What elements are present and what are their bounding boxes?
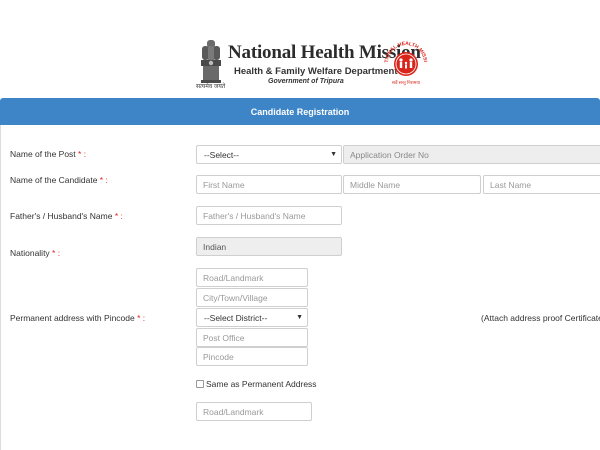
application-order-field: Application Order No: [343, 145, 600, 164]
permanent-address-label: Permanent address with Pincode * :: [10, 313, 146, 323]
post-label: Name of the Post * :: [10, 149, 87, 159]
nhm-logo-icon: NATIONAL HEALTH MISSION सर्वे सन्तु निरा…: [382, 38, 428, 86]
guardian-name-input[interactable]: Father's / Husband's Name: [196, 206, 342, 225]
nationality-field: Indian: [196, 237, 342, 256]
emblem-caption: सत्यमेव जयते: [196, 84, 226, 90]
form-heading-bar: Candidate Registration: [0, 98, 600, 125]
last-name-input[interactable]: Last Name: [483, 175, 600, 194]
post-select[interactable]: --Select-- ▼: [196, 145, 342, 164]
permanent-city-input[interactable]: City/Town/Village: [196, 288, 308, 307]
same-address-checkbox[interactable]: [196, 380, 204, 388]
first-name-input[interactable]: First Name: [196, 175, 342, 194]
department-name: Health & Family Welfare Department: [234, 66, 398, 77]
permanent-road-input[interactable]: Road/Landmark: [196, 268, 308, 287]
nationality-label: Nationality * :: [10, 248, 61, 258]
district-select[interactable]: --Select District-- ▼: [196, 308, 308, 327]
guardian-label: Father's / Husband's Name * :: [10, 211, 123, 221]
post-office-input[interactable]: Post Office: [196, 328, 308, 347]
logo-bottom-text: सर्वे सन्तु निरामया: [392, 79, 421, 86]
candidate-label: Name of the Candidate * :: [10, 175, 108, 185]
national-emblem-icon: [201, 40, 221, 83]
present-road-input[interactable]: Road/Landmark: [196, 402, 312, 421]
header-title-block: National Health Mission Health & Family …: [228, 42, 421, 85]
pincode-input[interactable]: Pincode: [196, 347, 308, 366]
chevron-down-icon: ▼: [296, 314, 303, 321]
address-proof-note: (Attach address proof Certificate): [481, 313, 600, 323]
page-header: सत्यमेव जयते National Health Mission Hea…: [0, 0, 600, 98]
site-title: National Health Mission: [228, 42, 421, 63]
government-name: Government of Tripura: [268, 78, 344, 85]
panel-border: [0, 125, 1, 450]
form-heading: Candidate Registration: [250, 106, 350, 117]
middle-name-input[interactable]: Middle Name: [343, 175, 481, 194]
chevron-down-icon: ▼: [330, 151, 337, 158]
same-address-label: Same as Permanent Address: [206, 379, 317, 389]
